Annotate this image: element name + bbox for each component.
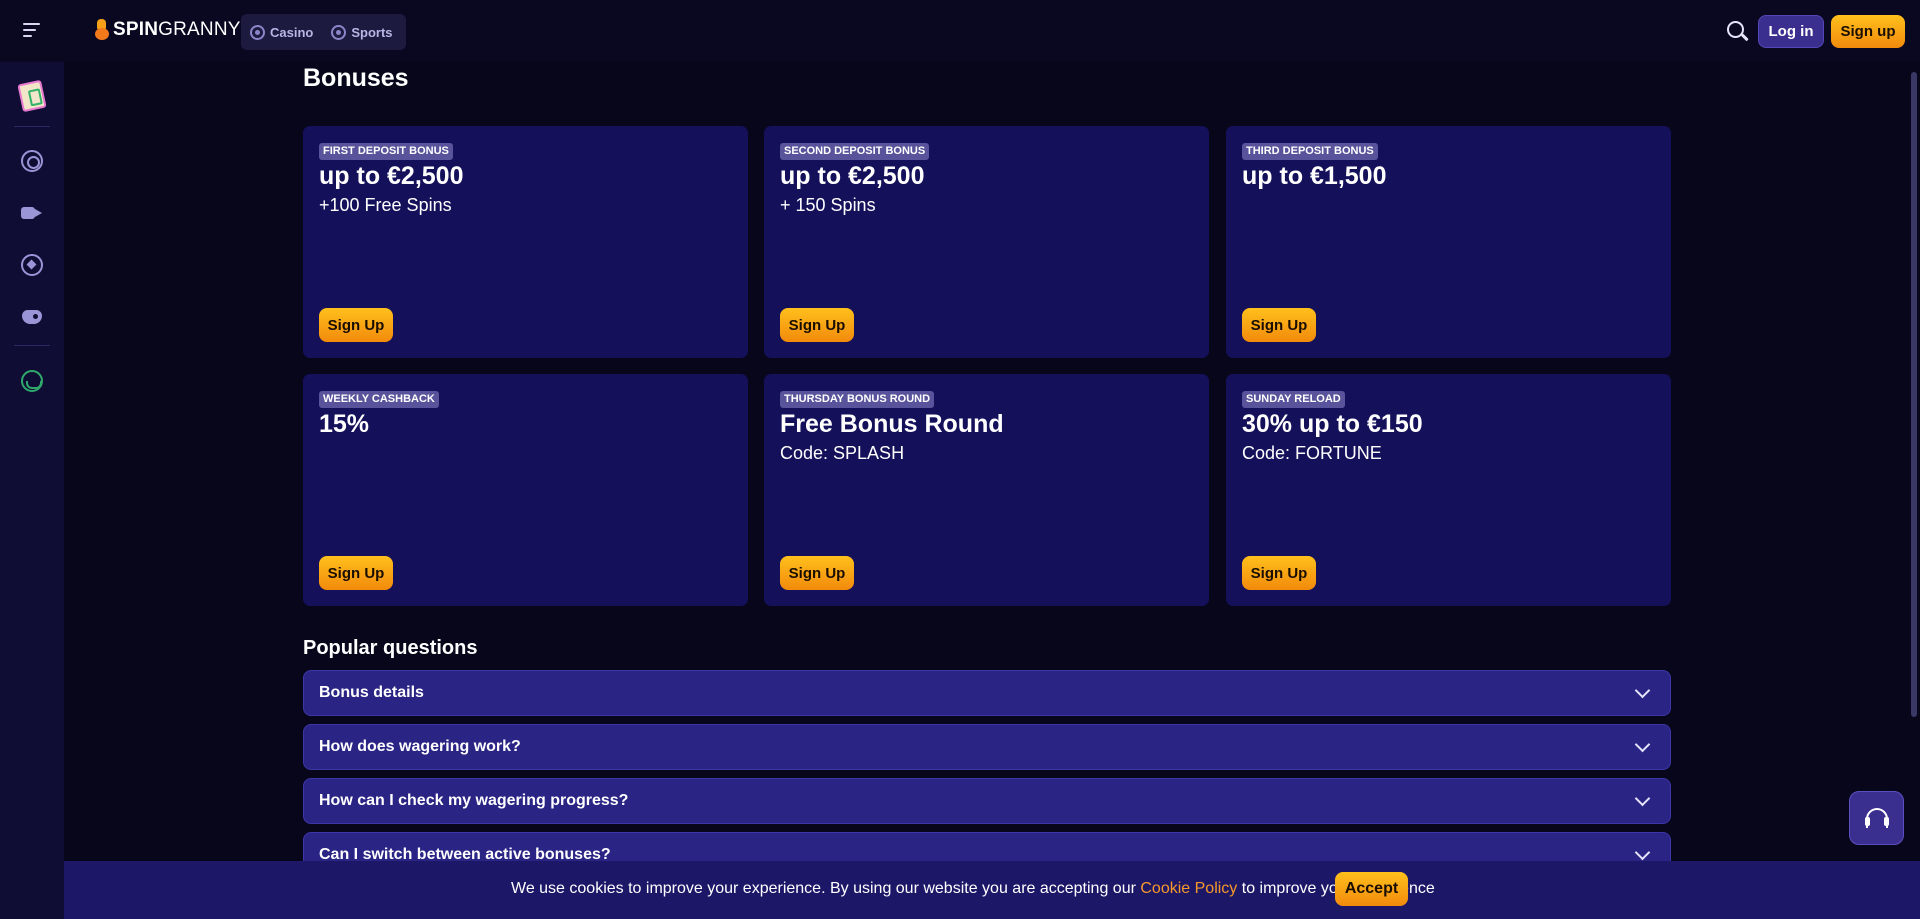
faq-title: Popular questions — [303, 637, 478, 659]
bonus-subtext: Code: SPLASH — [780, 443, 905, 463]
bonus-card: Weekly cashback 15% Sign Up — [303, 374, 748, 606]
live-chat-button[interactable] — [1849, 791, 1904, 845]
bonus-tag: Second deposit bonus — [780, 143, 930, 160]
faq-question: How does wagering work? — [319, 738, 521, 755]
bonus-headline: 15% — [319, 410, 370, 438]
faq-item[interactable]: Bonus details — [303, 670, 1671, 716]
nav-sports-label: Sports — [351, 24, 393, 40]
top-bar: SPINGRANNY Casino Sports Log in Sign up — [0, 0, 1920, 62]
casino-chip-icon[interactable] — [21, 150, 43, 172]
bonus-signup-button[interactable]: Sign Up — [780, 308, 854, 342]
bonus-signup-button[interactable]: Sign Up — [1242, 556, 1316, 590]
bonus-signup-button[interactable]: Sign Up — [319, 556, 393, 590]
login-button[interactable]: Log in — [1758, 15, 1824, 48]
sidebar-divider — [14, 345, 50, 346]
search-icon[interactable] — [1727, 21, 1749, 43]
bonus-tag: Thursday bonus round — [780, 391, 935, 408]
chevron-down-icon — [1634, 736, 1651, 753]
faq-item[interactable]: How can I check my wagering progress? — [303, 778, 1671, 824]
bonus-card: Thursday bonus round Free Bonus Round Co… — [764, 374, 1209, 606]
live-camera-icon[interactable] — [21, 202, 43, 224]
headset-icon — [1865, 808, 1889, 828]
bonus-headline: 30% up to €150 — [1242, 410, 1423, 438]
bonus-tag: First deposit bonus — [319, 143, 453, 160]
main-nav: Casino Sports — [241, 14, 406, 50]
granny-logo-icon — [94, 19, 110, 41]
logo[interactable]: SPINGRANNY — [94, 16, 241, 44]
faq-item[interactable]: How does wagering work? — [303, 724, 1671, 770]
logo-text: SPINGRANNY — [113, 19, 241, 40]
bonus-tag: Third deposit bonus — [1242, 143, 1378, 160]
hamburger-menu-icon[interactable] — [20, 18, 44, 42]
bonus-subtext: Code: FORTUNE — [1242, 443, 1382, 463]
soccer-ball-icon — [331, 24, 347, 40]
bonus-tag: Sunday reload — [1242, 391, 1345, 408]
bonus-tag: Weekly cashback — [319, 391, 439, 408]
soccer-ball-icon[interactable] — [21, 254, 43, 276]
bonus-headline: up to €2,500 — [780, 162, 925, 190]
casino-chip-icon — [250, 24, 265, 40]
nav-casino[interactable]: Casino — [250, 24, 314, 40]
promo-bag-icon[interactable] — [17, 77, 47, 113]
signup-button[interactable]: Sign up — [1831, 15, 1905, 48]
faq-question: Bonus details — [319, 684, 424, 701]
nav-sports[interactable]: Sports — [331, 24, 393, 40]
accept-cookies-button[interactable]: Accept — [1335, 872, 1408, 906]
bonus-card: Second deposit bonus up to €2,500 + 150 … — [764, 126, 1209, 358]
chevron-down-icon — [1634, 790, 1651, 807]
bonus-subtext: + 150 Spins — [780, 195, 876, 215]
sidebar — [0, 62, 64, 919]
gamepad-icon[interactable] — [21, 306, 43, 328]
bonus-card: Sunday reload 30% up to €150 Code: FORTU… — [1226, 374, 1671, 606]
bonus-signup-button[interactable]: Sign Up — [780, 556, 854, 590]
page-scrollbar[interactable] — [1911, 72, 1917, 717]
cookie-text: We use cookies to improve your experienc… — [511, 880, 1435, 897]
bonus-signup-button[interactable]: Sign Up — [319, 308, 393, 342]
sidebar-divider — [14, 126, 50, 127]
cookie-banner: We use cookies to improve your experienc… — [64, 861, 1920, 919]
bonus-subtext: +100 Free Spins — [319, 195, 452, 215]
cookie-policy-link[interactable]: Cookie Policy — [1140, 880, 1237, 897]
bonus-headline: up to €2,500 — [319, 162, 464, 190]
headset-icon[interactable] — [21, 370, 43, 392]
bonus-signup-button[interactable]: Sign Up — [1242, 308, 1316, 342]
bonus-headline: up to €1,500 — [1242, 162, 1387, 190]
faq-question: How can I check my wagering progress? — [319, 792, 629, 809]
page-title: Bonuses — [303, 64, 409, 92]
chevron-down-icon — [1634, 844, 1651, 861]
bonus-card: Third deposit bonus up to €1,500 Sign Up — [1226, 126, 1671, 358]
bonus-headline: Free Bonus Round — [780, 410, 1004, 438]
chevron-down-icon — [1634, 682, 1651, 699]
bonus-card: First deposit bonus up to €2,500 +100 Fr… — [303, 126, 748, 358]
nav-casino-label: Casino — [270, 24, 314, 40]
